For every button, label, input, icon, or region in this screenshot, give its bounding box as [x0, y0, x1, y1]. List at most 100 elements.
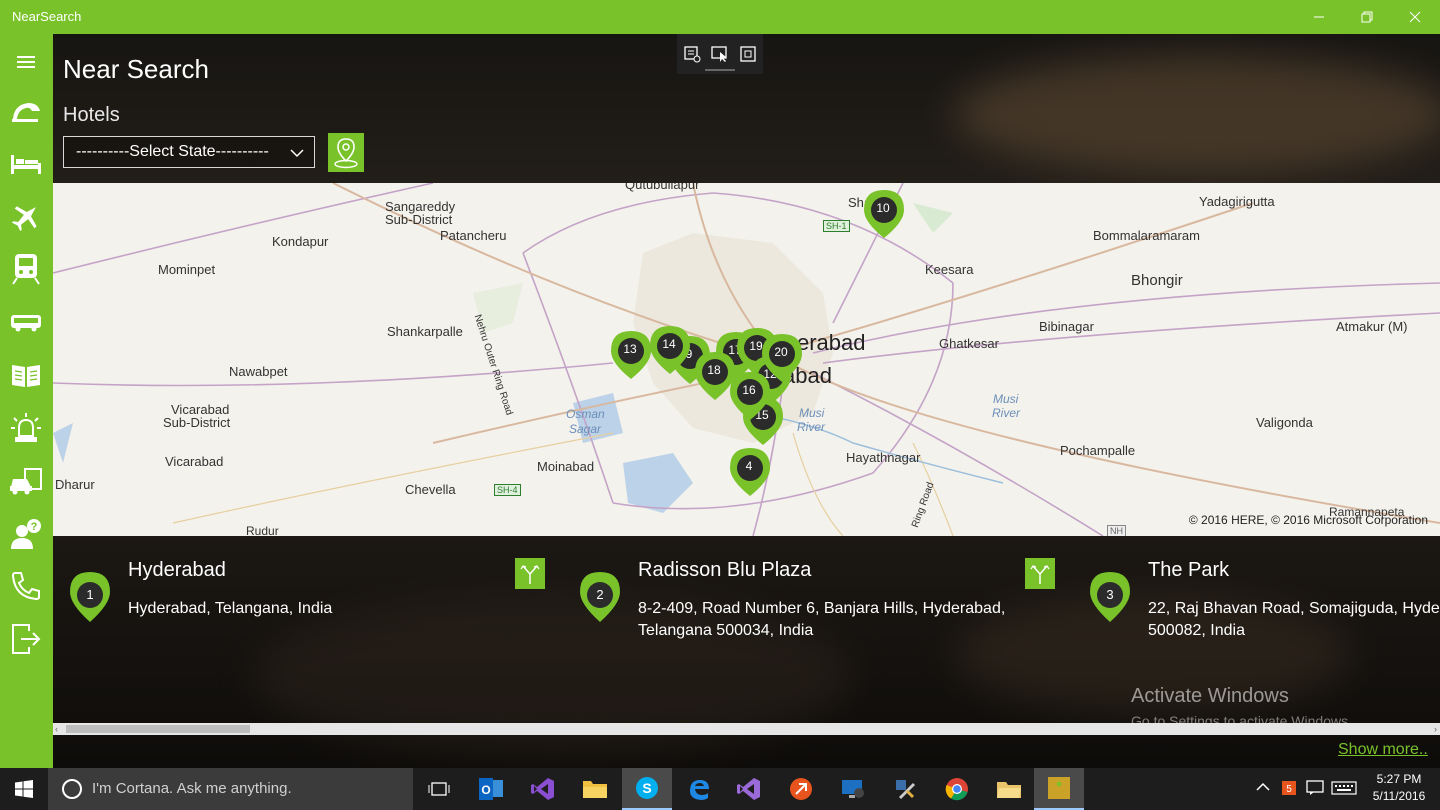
notification-app-icon[interactable]: 5 — [1281, 780, 1297, 801]
directions-button[interactable] — [1025, 558, 1055, 589]
map-label: Qutubullapur — [625, 183, 700, 192]
result-pin: 2 — [579, 571, 621, 623]
start-button[interactable] — [0, 768, 48, 810]
map-label: Dharur — [55, 477, 95, 492]
filezilla-icon[interactable] — [776, 768, 826, 810]
file-explorer-icon[interactable] — [570, 768, 620, 810]
action-center-icon[interactable] — [1306, 780, 1324, 801]
location-pin-icon — [334, 137, 358, 168]
map-pin[interactable]: 4 — [729, 447, 771, 497]
map-label: Shankarpalle — [387, 324, 463, 339]
map-label: Patancheru — [440, 228, 507, 243]
screenshot-icon[interactable] — [681, 43, 703, 65]
menu-icon[interactable] — [6, 42, 46, 82]
result-name: Radisson Blu Plaza — [638, 559, 812, 581]
directions-button[interactable] — [515, 558, 545, 589]
pin-number: 4 — [745, 459, 753, 473]
highway-shield: NH — [1107, 525, 1126, 536]
state-select-value: ----------Select State---------- — [76, 143, 269, 160]
state-select[interactable]: ----------Select State---------- — [63, 136, 315, 168]
map-view[interactable]: Qutubullapur Sangareddy Sub-District Pat… — [53, 183, 1440, 536]
map-copyright: © 2016 HERE, © 2016 Microsoft Corporatio… — [1188, 513, 1428, 527]
logout-icon[interactable] — [6, 619, 46, 659]
map-label: Bibinagar — [1039, 319, 1094, 334]
pointer-icon[interactable] — [709, 43, 731, 65]
remote-desktop-icon[interactable] — [828, 768, 878, 810]
fullscreen-icon[interactable] — [737, 43, 759, 65]
scroll-right-icon[interactable]: › — [1434, 724, 1437, 734]
edge-icon[interactable] — [674, 768, 724, 810]
result-name: Hyderabad — [128, 559, 226, 581]
nearsearch-app-icon[interactable] — [1034, 768, 1084, 810]
main-content: Near Search Hotels ----------Select Stat… — [53, 34, 1440, 768]
map-label: Bhongir — [1131, 272, 1183, 289]
clock-date: 5/11/2016 — [1372, 789, 1426, 803]
locate-button[interactable] — [328, 133, 364, 172]
result-card[interactable]: 2 Radisson Blu Plaza 8-2-409, Road Numbe… — [563, 537, 1073, 727]
pin-number: 16 — [742, 383, 756, 397]
map-label: Valigonda — [1256, 415, 1313, 430]
map-label: Bommalaramaram — [1093, 228, 1200, 243]
phone-icon[interactable] — [6, 566, 46, 606]
pin-number: 10 — [876, 201, 890, 215]
windows-logo-icon — [15, 780, 33, 798]
visual-studio-icon[interactable] — [518, 768, 568, 810]
pin-number: 18 — [707, 363, 721, 377]
help-person-icon[interactable]: ? — [6, 514, 46, 554]
map-label: Kondapur — [272, 234, 329, 249]
outlook-icon[interactable]: O — [466, 768, 516, 810]
restaurant-icon[interactable] — [6, 92, 46, 132]
restore-button[interactable] — [1344, 0, 1390, 34]
result-pin: 3 — [1089, 571, 1131, 623]
activation-watermark: Activate Windows — [1131, 685, 1289, 707]
result-pin: 1 — [69, 571, 111, 623]
map-label: River — [797, 420, 826, 434]
tools-icon[interactable] — [880, 768, 930, 810]
library-book-icon[interactable] — [6, 355, 46, 395]
toolbar-grip — [705, 69, 735, 71]
bus-icon[interactable] — [6, 302, 46, 342]
map-pin[interactable]: 14 — [649, 325, 691, 375]
system-clock[interactable]: 5:27 PM 5/11/2016 — [1364, 771, 1434, 805]
map-label: Moinabad — [537, 459, 595, 474]
svg-text:O: O — [481, 783, 490, 797]
close-button[interactable] — [1392, 0, 1438, 34]
hotel-bed-icon[interactable] — [6, 144, 46, 184]
folder-icon[interactable] — [984, 768, 1034, 810]
svg-text:S: S — [642, 780, 651, 796]
pin-number: 20 — [774, 345, 788, 359]
map-pin[interactable]: 10 — [863, 189, 905, 239]
pin-number: 14 — [662, 337, 676, 351]
scroll-thumb[interactable] — [66, 725, 250, 733]
pin-number: 13 — [623, 342, 637, 356]
result-number: 1 — [86, 587, 94, 602]
result-number: 3 — [1106, 587, 1114, 602]
map-label: Pochampalle — [1060, 443, 1136, 458]
scroll-left-icon[interactable]: ‹ — [55, 724, 58, 734]
map-label: Nawabpet — [229, 364, 288, 379]
chrome-icon[interactable] — [932, 768, 982, 810]
show-more-link[interactable]: Show more.. — [1338, 741, 1428, 759]
map-label: Atmakur (M) — [1336, 319, 1408, 334]
keyboard-icon[interactable] — [1331, 780, 1357, 801]
map-pin[interactable]: 16 — [729, 371, 771, 421]
map-pin[interactable]: 13 — [610, 330, 652, 380]
minimize-button[interactable] — [1296, 0, 1342, 34]
result-card[interactable]: 1 Hyderabad Hyderabad, Telangana, India — [53, 537, 563, 727]
task-view-icon[interactable] — [414, 768, 464, 810]
airplane-icon[interactable] — [6, 197, 46, 237]
train-icon[interactable] — [6, 249, 46, 289]
horizontal-scrollbar[interactable]: ‹ › — [53, 723, 1440, 735]
emergency-siren-icon[interactable] — [6, 408, 46, 448]
skype-icon[interactable]: S — [622, 768, 672, 810]
directions-icon — [1030, 564, 1050, 584]
visual-studio-2-icon[interactable] — [724, 768, 774, 810]
cortana-search-box[interactable]: I'm Cortana. Ask me anything. — [48, 768, 413, 810]
map-label: Hayathnagar — [846, 450, 921, 465]
chevron-up-icon[interactable] — [1256, 780, 1270, 799]
map-label: Osman — [566, 407, 605, 421]
car-service-icon[interactable] — [6, 461, 46, 501]
map-label: Keesara — [925, 262, 974, 277]
cortana-placeholder: I'm Cortana. Ask me anything. — [92, 780, 292, 797]
map-label: Sub-District — [163, 415, 231, 430]
